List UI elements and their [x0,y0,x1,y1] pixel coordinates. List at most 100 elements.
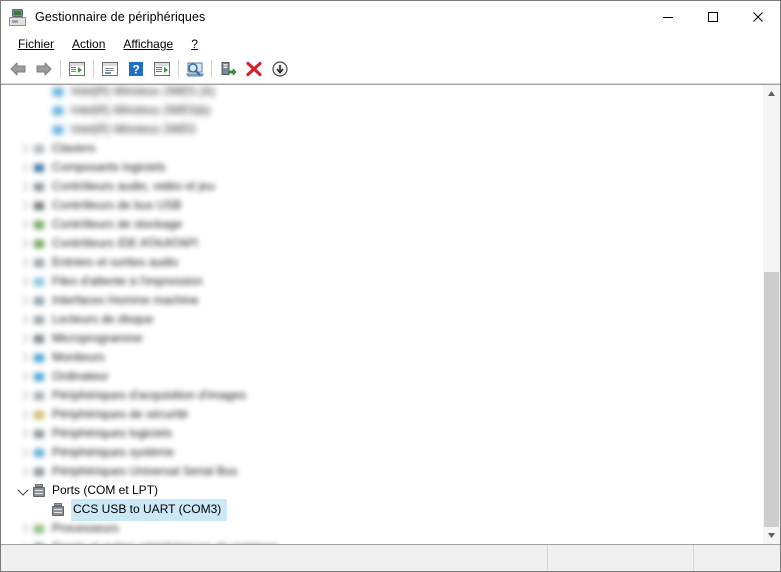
tree-row-label: Claviers [52,141,96,155]
tree-row[interactable]: Périphériques logiciels [1,424,761,443]
svg-text:?: ? [132,63,139,77]
chevron-right-icon[interactable] [15,291,31,310]
chevron-right-icon[interactable] [15,234,31,253]
uninstall-device-icon[interactable] [241,57,267,81]
tree-row[interactable]: Microprogramme [1,329,761,348]
chevron-right-icon[interactable] [15,386,31,405]
toolbar-separator-3 [178,60,179,78]
tree-row[interactable]: Ports (COM et LPT) [1,481,761,500]
scroll-up-icon[interactable] [763,85,780,102]
window-controls [645,1,780,33]
maximize-button[interactable] [690,1,735,33]
tree-row[interactable]: Périphériques de sécurité [1,405,761,424]
tree-row-label: Périphériques d'acquisition d'images [52,388,247,402]
tree-row-label: Ports (COM et LPT) [52,483,159,497]
back-icon[interactable] [5,57,31,81]
help-icon[interactable]: ? [123,57,149,81]
chevron-right-icon[interactable] [15,462,31,481]
tree-row-label: Entrées et sorties audio [52,255,179,269]
usb-controller-icon [31,198,47,214]
chevron-right-icon[interactable] [15,443,31,462]
disk-drive-icon [31,312,47,328]
chevron-right-icon[interactable] [15,158,31,177]
tree-row[interactable]: Intel(R) Wireless 2WE5 [1,120,761,139]
chevron-down-icon[interactable] [15,481,31,500]
chevron-right-icon[interactable] [15,253,31,272]
keyboard-icon [31,141,47,157]
content-area: Intel(R) Wireless 2WE5 (A) Intel(R) Wirel… [1,84,780,544]
tree-row-label: Composants logiciels [52,160,166,174]
chevron-right-icon[interactable] [15,272,31,291]
tree-row[interactable]: Souris et autres périphériques de pointa… [1,538,761,544]
forward-icon[interactable] [31,57,57,81]
scrollbar-track[interactable] [763,102,780,527]
properties-icon[interactable] [97,57,123,81]
chevron-right-icon[interactable] [15,215,31,234]
tree-row[interactable]: Intel(R) Wireless 2WE5 (A) [1,85,761,101]
chevron-right-icon[interactable] [15,424,31,443]
close-button[interactable] [735,1,780,33]
scrollbar-thumb[interactable] [764,272,779,527]
chevron-right-icon[interactable] [15,348,31,367]
toolbar-separator-1 [60,60,61,78]
tree-row[interactable]: Moniteurs [1,348,761,367]
scan-hardware-changes-icon[interactable] [149,57,175,81]
tree-row[interactable]: Périphériques système [1,443,761,462]
tree-row[interactable]: Contrôleurs audio, vidéo et jeu [1,177,761,196]
tree-row-label: Souris et autres périphériques de pointa… [52,538,278,544]
tree-row[interactable]: Entrées et sorties audio [1,253,761,272]
menu-fichier[interactable]: Fichier [9,35,63,53]
processor-icon [31,521,47,537]
tree-row[interactable]: Claviers [1,139,761,158]
tree-row[interactable]: Contrôleurs de stockage [1,215,761,234]
tree-row[interactable]: Lecteurs de disque [1,310,761,329]
network-adapter-icon [50,85,66,100]
tree-row-label: CCS USB to UART (COM3) [71,498,228,521]
tree-row[interactable]: Composants logiciels [1,158,761,177]
scroll-down-icon[interactable] [763,527,780,544]
minimize-button[interactable] [645,1,690,33]
update-driver-icon[interactable] [267,57,293,81]
show-hide-console-tree-icon[interactable] [64,57,90,81]
security-device-icon [31,407,47,423]
chevron-right-icon[interactable] [15,405,31,424]
chevron-right-icon[interactable] [15,310,31,329]
tree-row-label: Files d'attente à l'impression [52,274,203,288]
chevron-right-icon[interactable] [15,329,31,348]
status-bar [1,544,780,571]
tree-row[interactable]: Contrôleurs de bus USB [1,196,761,215]
chevron-right-icon[interactable] [15,367,31,386]
chevron-right-icon[interactable] [15,139,31,158]
toolbar-separator-4 [211,60,212,78]
chevron-right-icon[interactable] [15,538,31,544]
chevron-right-icon[interactable] [15,177,31,196]
tree-row[interactable]: Processeurs [1,519,761,538]
toolbar: ? [1,55,780,84]
vertical-scrollbar[interactable] [762,85,780,544]
menu-aide[interactable]: ? [182,35,207,53]
menu-action[interactable]: Action [63,35,114,53]
menu-fichier-label: Fichier [18,37,55,51]
port-icon [31,483,47,499]
chevron-right-icon[interactable] [15,519,31,538]
tree-row[interactable]: Contrôleurs IDE ATA/ATAPI [1,234,761,253]
chevron-right-icon[interactable] [15,196,31,215]
enable-device-icon[interactable] [215,57,241,81]
tree-row[interactable]: Périphériques Universal Serial Bus [1,462,761,481]
tree-row[interactable]: Ordinateur [1,367,761,386]
tree-row-label: Ordinateur [52,369,109,383]
tree-row-label: Contrôleurs audio, vidéo et jeu [52,179,215,193]
menu-affichage[interactable]: Affichage [114,35,182,53]
tree-row[interactable]: Périphériques d'acquisition d'images [1,386,761,405]
tree-row[interactable]: Intel(R) Wireless 2WE5(b) [1,101,761,120]
device-tree[interactable]: Intel(R) Wireless 2WE5 (A) Intel(R) Wirel… [1,85,762,544]
tree-row[interactable]: Files d'attente à l'impression [1,272,761,291]
device-search-icon[interactable] [182,57,208,81]
tree-row[interactable]: CCS USB to UART (COM3) [1,498,761,521]
tree-row[interactable]: Interfaces Homme machine [1,291,761,310]
hid-icon [31,293,47,309]
tree-row-label: Intel(R) Wireless 2WE5(b) [71,103,211,117]
firmware-icon [31,331,47,347]
